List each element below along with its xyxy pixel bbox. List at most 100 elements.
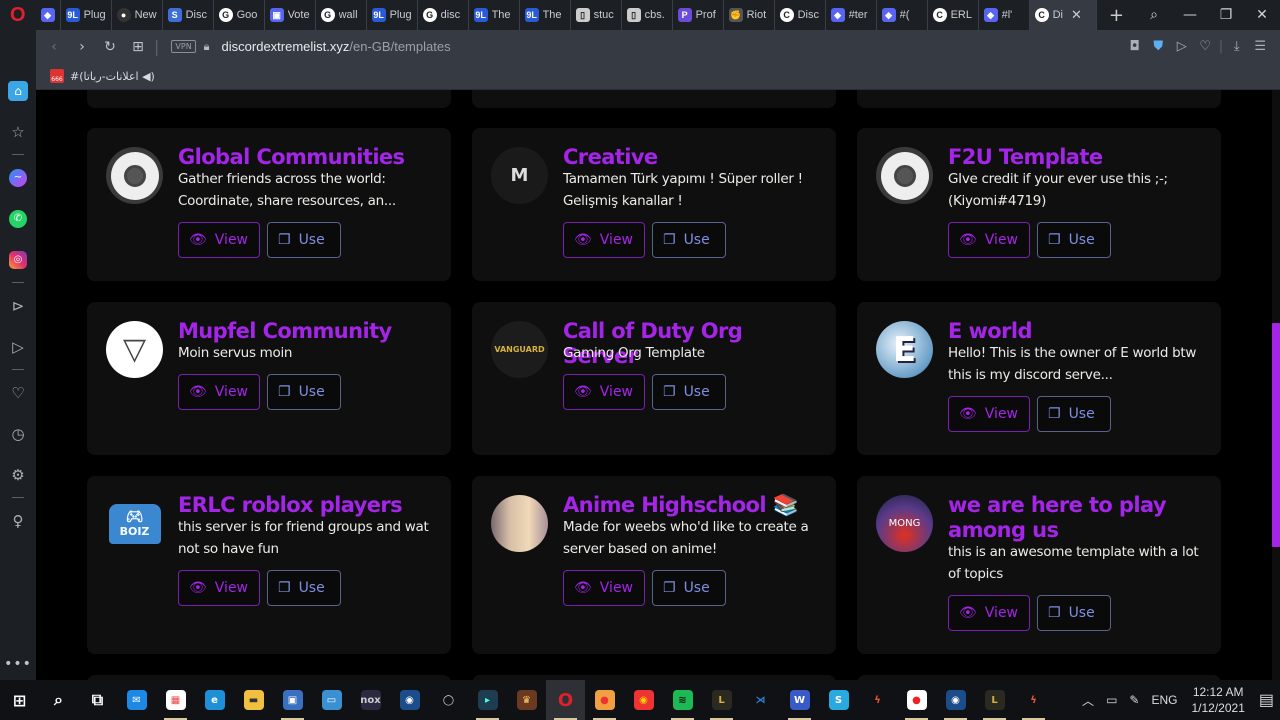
view-button[interactable]: 👁︎ View (948, 222, 1030, 258)
camera-icon[interactable]: ◘ (1123, 39, 1147, 54)
forward-button[interactable]: › (68, 39, 96, 55)
view-button[interactable]: 👁︎ View (563, 374, 645, 410)
use-button[interactable]: ❐ Use (267, 374, 341, 410)
sidebar-bookmarks[interactable]: ♡ (0, 372, 36, 413)
download-icon[interactable]: ⤓ (1225, 39, 1249, 54)
taskbar-mail[interactable]: ✉ (117, 680, 156, 720)
taskbar-search[interactable]: ⌕ (39, 680, 78, 720)
view-button[interactable]: 👁︎ View (563, 570, 645, 606)
reload-button[interactable]: ↻ (96, 39, 124, 55)
sidebar-home[interactable]: ⌂ (0, 70, 36, 111)
template-title[interactable]: Anime Highschool 📚 (563, 493, 823, 518)
taskbar-store[interactable]: ▦ (156, 680, 195, 720)
template-title[interactable]: E world (948, 319, 1208, 344)
taskbar-league[interactable]: L (702, 680, 741, 720)
sidebar-instagram[interactable]: ◎ (0, 239, 36, 280)
taskbar-obs[interactable]: ◯ (429, 680, 468, 720)
tab[interactable]: ▣ Vote (265, 0, 316, 30)
tab[interactable]: Gwall (316, 0, 367, 30)
tab[interactable]: C ERL (928, 0, 979, 30)
creative-m-logo-avatar[interactable]: M (491, 147, 548, 204)
discord-logo-avatar[interactable] (876, 147, 933, 204)
taskbar-spotify[interactable]: ≋ (663, 680, 702, 720)
settings-icon[interactable]: ☰ (1249, 39, 1273, 54)
sidebar-whatsapp[interactable]: ✆ (0, 198, 36, 239)
taskbar-league[interactable]: L (975, 680, 1014, 720)
show-hidden-icons[interactable]: ︿ (1076, 692, 1100, 709)
tab[interactable]: ◆ #l' (979, 0, 1030, 30)
view-button[interactable]: 👁︎ View (563, 222, 645, 258)
template-title[interactable]: Mupfel Community (178, 319, 438, 344)
template-title[interactable]: Global Communities (178, 145, 438, 170)
minimize-button[interactable]: — (1172, 7, 1208, 23)
taskbar-edge[interactable]: e (195, 680, 234, 720)
close-tab-icon[interactable]: ✕ (1071, 7, 1082, 23)
new-tab-button[interactable]: + (1097, 5, 1136, 26)
taskbar-task-view[interactable]: ⧉ (78, 680, 117, 720)
view-button[interactable]: 👁︎ View (178, 222, 260, 258)
tab[interactable]: Gdisc (418, 0, 469, 30)
template-title[interactable]: Creative (563, 145, 823, 170)
taskbar-w[interactable]: W (780, 680, 819, 720)
taskbar-game[interactable]: ♛ (507, 680, 546, 720)
taskbar-explorer[interactable]: ▬ (234, 680, 273, 720)
use-button[interactable]: ❐ Use (652, 570, 726, 606)
tab[interactable]: ▯ cbs. (622, 0, 673, 30)
taskbar-bolt[interactable]: ϟ (1014, 680, 1053, 720)
tab[interactable]: 9L Plug (367, 0, 418, 30)
use-button[interactable]: ❐ Use (652, 374, 726, 410)
tab[interactable]: 9L Plug (61, 0, 112, 30)
vpn-badge[interactable]: VPN (171, 40, 196, 53)
tab-grid-button[interactable]: ⊞ (124, 39, 152, 55)
taskbar-vscode[interactable]: ⋊ (741, 680, 780, 720)
sidebar-flow[interactable]: ▷ (0, 326, 36, 367)
template-title[interactable]: ERLC roblox players (178, 493, 438, 518)
taskbar-record[interactable]: ● (897, 680, 936, 720)
tab[interactable]: P Prof (673, 0, 724, 30)
bookmark-item[interactable]: 666 #(اعلانات-رباتا ◀) (50, 69, 155, 83)
tab[interactable]: ● New (112, 0, 163, 30)
taskbar-bolt[interactable]: ϟ (858, 680, 897, 720)
tab[interactable]: ▯ stuc (571, 0, 622, 30)
discord-logo-avatar[interactable] (106, 147, 163, 204)
view-button[interactable]: 👁︎ View (178, 374, 260, 410)
vanguard-logo-avatar[interactable]: VANGUARD (491, 321, 548, 378)
taskbar-nox[interactable]: nox (351, 680, 390, 720)
taskbar-opera[interactable]: O (546, 680, 585, 720)
use-button[interactable]: ❐ Use (1037, 595, 1111, 631)
language-indicator[interactable]: ENG (1145, 693, 1183, 707)
send-icon[interactable]: ▷ (1170, 39, 1194, 54)
taskbar-pc[interactable]: ▭ (312, 680, 351, 720)
taskbar-start[interactable]: ⊞ (0, 680, 39, 720)
close-window-button[interactable]: ✕ (1244, 7, 1280, 23)
url-field[interactable]: discordextremelist.xyz/en-GB/templates (222, 39, 451, 54)
taskbar-s[interactable]: S (819, 680, 858, 720)
view-button[interactable]: 👁︎ View (948, 396, 1030, 432)
taskbar-chrome[interactable]: ◉ (624, 680, 663, 720)
tab[interactable]: 9L The (520, 0, 571, 30)
sidebar-speed-dial[interactable]: ☆ (0, 111, 36, 152)
sidebar-history[interactable]: ◷ (0, 413, 36, 454)
notifications-icon[interactable]: ▤ (1253, 690, 1280, 710)
tab[interactable]: ✊ Riot (724, 0, 775, 30)
sidebar-player[interactable]: ⊳ (0, 285, 36, 326)
e-logo-avatar[interactable]: E (876, 321, 933, 378)
use-button[interactable]: ❐ Use (652, 222, 726, 258)
opera-menu-icon[interactable]: O (0, 0, 36, 30)
tab-search-icon[interactable]: ⌕ (1136, 7, 1172, 23)
heart-icon[interactable]: ♡ (1194, 39, 1218, 54)
template-title[interactable]: we are here to play among us (948, 493, 1208, 543)
restore-button[interactable]: ❐ (1208, 7, 1244, 23)
anime-hallway-avatar[interactable] (491, 495, 548, 552)
use-button[interactable]: ❐ Use (267, 222, 341, 258)
tab[interactable]: ◆ (36, 0, 61, 30)
tab[interactable]: S Disc (163, 0, 214, 30)
taskbar-network[interactable]: ▣ (273, 680, 312, 720)
taskbar-app[interactable]: ▸ (468, 680, 507, 720)
view-button[interactable]: 👁︎ View (948, 595, 1030, 631)
network-icon[interactable]: ▭ (1100, 693, 1123, 707)
use-button[interactable]: ❐ Use (1037, 222, 1111, 258)
among-us-avatar[interactable]: MONG (876, 495, 933, 552)
tab-active[interactable]: C Di ✕ (1029, 0, 1097, 30)
taskbar-recorder[interactable]: ● (585, 680, 624, 720)
